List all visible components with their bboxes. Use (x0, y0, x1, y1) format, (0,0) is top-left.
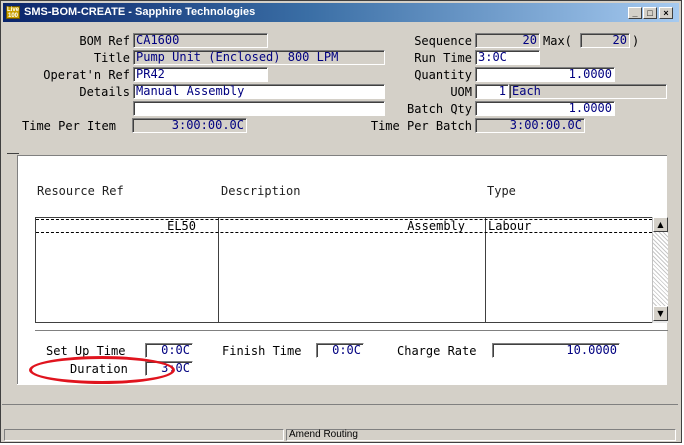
title-field: Pump Unit (Enclosed) 800 LPM (133, 50, 385, 65)
description-column (219, 218, 486, 322)
charge-rate-field[interactable]: 10.0000 (492, 343, 620, 358)
footer-separator (35, 330, 668, 331)
charge-rate-label: Charge Rate (397, 344, 477, 358)
bom-ref-field: CA1600 (133, 33, 268, 48)
status-separator (2, 404, 678, 405)
column-header-description: Description (221, 184, 301, 198)
bom-ref-label: BOM Ref (79, 34, 130, 48)
operatn-ref-label: Operat'n Ref (43, 68, 130, 82)
time-per-batch-field: 3:00:00.0C (475, 118, 585, 133)
run-time-label: Run Time (414, 51, 472, 65)
quantity-field[interactable]: 1.0000 (475, 67, 615, 82)
details-field[interactable]: Manual Assembly (133, 84, 385, 99)
type-cell[interactable]: Labour (488, 219, 531, 233)
resource-table[interactable]: EL50 Assembly Labour (35, 217, 668, 323)
max-label: Max( (543, 34, 572, 48)
time-per-item-label: Time Per Item (22, 119, 116, 133)
title-bar: Live 100 SMS-BOM-CREATE - Sapphire Techn… (3, 3, 679, 22)
run-time-field[interactable]: 3:0C (475, 50, 540, 65)
app-icon: Live 100 (6, 6, 20, 19)
scroll-up-icon[interactable]: ▲ (653, 217, 668, 232)
title-label: Title (93, 51, 130, 65)
vertical-scrollbar[interactable]: ▲ ▼ (652, 217, 668, 323)
close-button[interactable]: × (659, 7, 673, 19)
setup-time-field[interactable]: 0:0C (145, 343, 193, 358)
uom-code-field[interactable]: 1 (475, 84, 509, 99)
batch-qty-label: Batch Qty (406, 102, 472, 116)
status-message: Amend Routing (286, 429, 676, 441)
quantity-label: Quantity (414, 68, 472, 82)
uom-label: UOM (450, 85, 472, 99)
scrollbar-track[interactable] (653, 232, 668, 306)
finish-time-field[interactable]: 0:0C (316, 343, 364, 358)
time-per-batch-label: Time Per Batch (370, 119, 472, 133)
finish-time-label: Finish Time (222, 344, 302, 358)
sequence-label: Sequence (414, 34, 472, 48)
operatn-ref-field[interactable]: PR42 (133, 67, 268, 82)
details-field-2[interactable] (133, 101, 385, 116)
status-cell-left (4, 429, 284, 441)
details-label: Details (79, 85, 130, 99)
column-header-resource-ref: Resource Ref (37, 184, 124, 198)
batch-qty-field[interactable]: 1.0000 (475, 101, 615, 116)
uom-name-field: Each (509, 84, 667, 99)
time-per-item-field: 3:00:00.0C (132, 118, 247, 133)
window-title: SMS-BOM-CREATE - Sapphire Technologies (24, 6, 256, 18)
resource-ref-column (36, 218, 219, 322)
sequence-field: 20 (475, 33, 540, 48)
scroll-down-icon[interactable]: ▼ (653, 306, 668, 321)
max-close-paren: ) (632, 34, 640, 48)
description-cell[interactable]: Assembly (220, 219, 465, 233)
maximize-button[interactable]: □ (643, 7, 657, 19)
column-header-type: Type (487, 184, 516, 198)
max-field: 20 (580, 33, 630, 48)
minimize-button[interactable]: _ (628, 7, 642, 19)
resource-ref-cell[interactable]: EL50 (36, 219, 196, 233)
separator-line (7, 153, 19, 154)
highlight-oval (29, 356, 175, 384)
